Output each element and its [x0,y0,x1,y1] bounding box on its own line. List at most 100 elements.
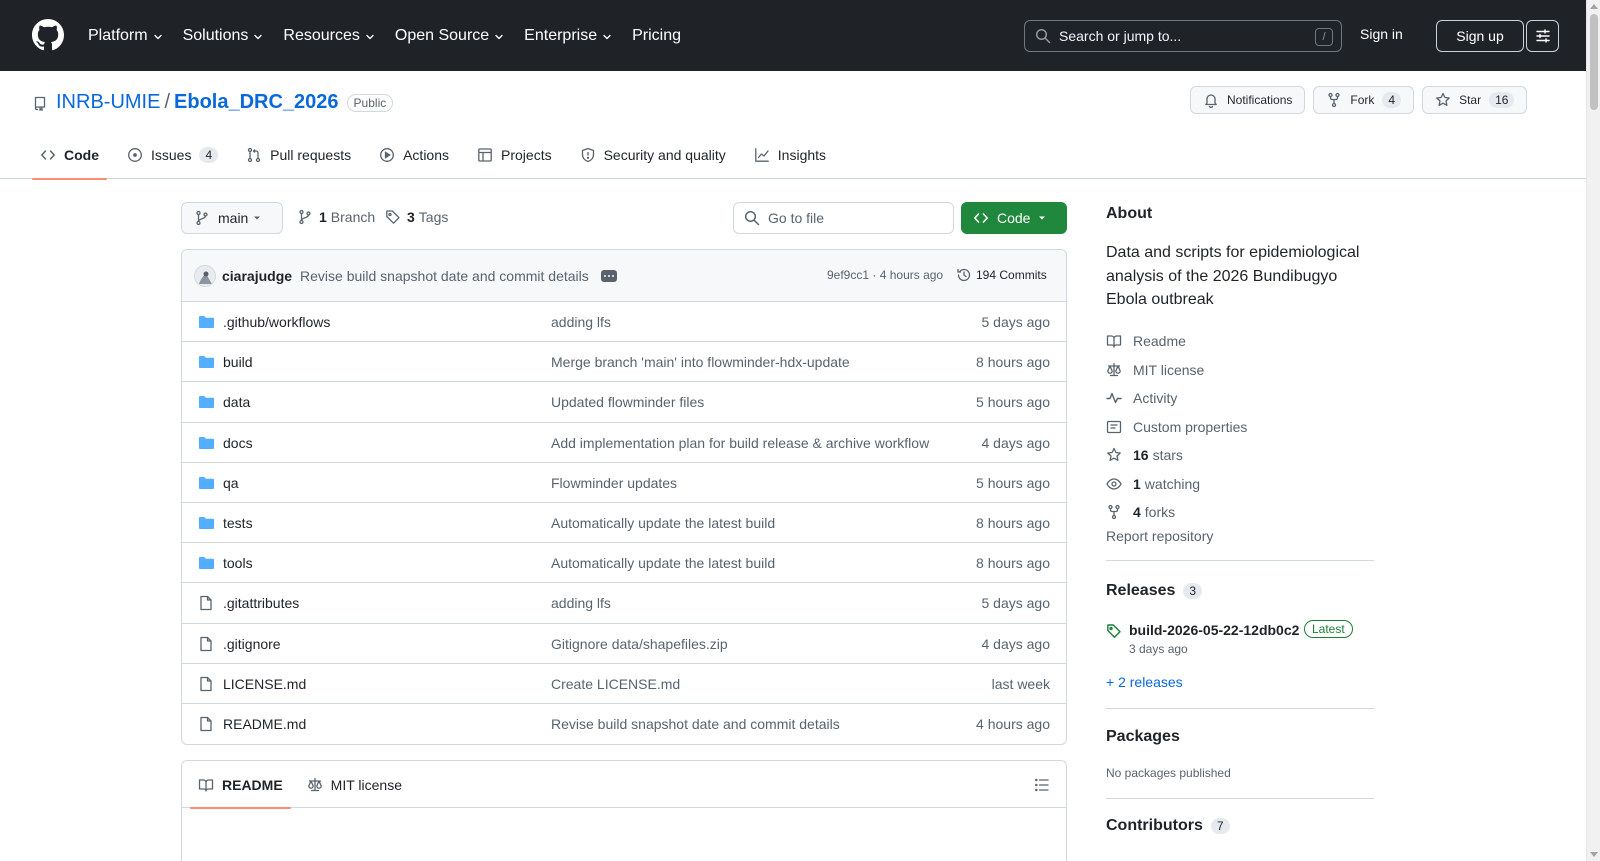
star-button[interactable]: Star 16 [1422,86,1528,114]
fork-button[interactable]: Fork 4 [1313,86,1415,114]
menu-button[interactable] [1526,20,1559,52]
nav-item-pricing[interactable]: Pricing [632,27,681,45]
scrollbar-thumb[interactable] [1590,14,1598,110]
sidebar-link-mit-license[interactable]: MIT license [1106,356,1247,385]
tab-readme[interactable]: README [190,761,291,809]
sidebar-divider [1106,560,1374,561]
tag-icon [385,209,401,225]
commit-meta-separator: · [872,268,877,282]
file-name-link[interactable]: LICENSE.md [223,676,306,692]
sidebar-link-watching[interactable]: 1 watching [1106,470,1247,499]
nav-item-open-source[interactable]: Open Source [395,27,504,45]
tab-insights[interactable]: Insights [746,131,834,179]
file-name-link[interactable]: .github/workflows [223,314,330,330]
file-date: 5 hours ago [976,394,1050,411]
notifications-button[interactable]: Notifications [1190,86,1306,114]
caret-down-icon [1037,213,1055,223]
contributors-heading[interactable]: Contributors 7 [1106,817,1230,835]
commit-sha-link[interactable]: 9ef9cc1 [827,268,869,282]
file-name-link[interactable]: data [223,394,250,410]
sidebar-link-stars[interactable]: 16 stars [1106,441,1247,470]
report-repository-link[interactable]: Report repository [1106,528,1213,544]
fork-count: 4 [1382,92,1402,108]
commit-author-link[interactable]: ciarajudge [222,268,292,284]
file-name-link[interactable]: tests [223,515,253,531]
list-unordered-icon[interactable] [1034,777,1050,793]
more-releases-link[interactable]: + 2 releases [1106,674,1183,690]
file-commit-link[interactable]: Automatically update the latest build [551,515,775,531]
nav-item-enterprise[interactable]: Enterprise [524,27,612,45]
repo-owner-link[interactable]: INRB-UMIE [56,91,160,114]
commits-history-link[interactable]: 194 Commits [956,267,1047,283]
avatar[interactable] [194,264,216,287]
file-commit-link[interactable]: Add implementation plan for build releas… [551,435,929,451]
file-name-link[interactable]: qa [223,475,239,491]
table-row: data Updated flowminder files 5 hours ago [182,382,1066,423]
chevron-down-icon [602,32,612,42]
file-name-link[interactable]: build [223,354,253,370]
global-search-input[interactable]: Search or jump to... / [1024,20,1342,52]
nav-item-solutions[interactable]: Solutions [183,27,264,45]
current-branch: main [218,210,249,226]
file-commit-link[interactable]: adding lfs [551,595,611,611]
tags-link[interactable]: 3 Tags [385,209,448,225]
branch-select-button[interactable]: main [181,202,283,234]
sign-up-button[interactable]: Sign up [1436,20,1524,52]
tab-license[interactable]: MIT license [299,761,410,808]
search-icon [734,210,768,226]
file-name-link[interactable]: .gitignore [223,636,281,652]
packages-heading[interactable]: Packages [1106,728,1180,746]
releases-heading[interactable]: Releases 3 [1106,582,1203,600]
nav-item-resources[interactable]: Resources [283,27,374,45]
ellipsis-icon[interactable] [600,269,617,282]
file-commit-link[interactable]: Automatically update the latest build [551,555,775,571]
file-name-link[interactable]: tools [223,555,253,571]
git-branch-icon [297,209,313,225]
sidebar-link-label: MIT license [1133,361,1205,378]
star-count: 16 [1489,92,1515,108]
sign-in-link[interactable]: Sign in [1360,26,1403,42]
github-logo-icon[interactable] [32,19,64,51]
table-row: .gitignore Gitignore data/shapefiles.zip 4… [182,624,1066,664]
repo-name-link[interactable]: Ebola_DRC_2026 [174,91,339,114]
tab-issues[interactable]: Issues 4 [119,131,226,179]
page-scrollbar[interactable] [1586,0,1600,861]
folder-icon [198,354,215,370]
tab-readme-label: README [222,776,283,793]
sidebar-link-readme[interactable]: Readme [1106,327,1247,356]
file-commit-link[interactable]: Gitignore data/shapefiles.zip [551,636,728,652]
tab-actions[interactable]: Actions [371,131,457,179]
file-commit-link[interactable]: adding lfs [551,314,611,330]
contributors-count: 7 [1210,818,1230,834]
file-commit-link[interactable]: Updated flowminder files [551,394,704,410]
file-name-link[interactable]: README.md [223,716,306,732]
release-name-link[interactable]: build-2026-05-22-12db0c2 [1129,622,1299,638]
code-button-label: Code [997,210,1031,226]
commit-message-link[interactable]: Revise build snapshot date and commit de… [300,268,589,284]
file-commit-link[interactable]: Revise build snapshot date and commit de… [551,716,840,732]
tab-security-and-quality[interactable]: Security and quality [572,131,734,179]
nav-item-platform[interactable]: Platform [88,27,163,45]
tab-projects[interactable]: Projects [469,131,560,179]
about-links: Readme MIT license Activity Custom properti… [1106,327,1247,527]
graph-icon [754,147,778,163]
repo-tabs: Code Issues 4 Pull requests Actions Projects S… [32,131,846,180]
sidebar-link-activity[interactable]: Activity [1106,384,1247,413]
sidebar-link-label: Readme [1133,333,1186,350]
go-to-file-input[interactable]: Go to file [733,202,954,234]
issue-opened-icon [127,147,151,163]
file-name-link[interactable]: docs [223,435,253,451]
file-commit-link[interactable]: Merge branch 'main' into flowminder-hdx-… [551,354,850,370]
code-dropdown-button[interactable]: Code [961,202,1067,234]
scroll-down-arrow[interactable] [1590,852,1598,857]
branches-link[interactable]: 1 Branch [297,209,375,225]
file-name-link[interactable]: .gitattributes [223,595,299,611]
tab-pull-requests[interactable]: Pull requests [238,131,359,179]
file-commit-link[interactable]: Create LICENSE.md [551,676,680,692]
readme-panel: README MIT license [181,760,1067,861]
file-commit-link[interactable]: Flowminder updates [551,475,677,491]
scroll-up-arrow[interactable] [1590,4,1598,9]
tab-code[interactable]: Code [32,131,107,180]
sidebar-link-forks[interactable]: 4 forks [1106,498,1247,527]
sidebar-link-custom-properties[interactable]: Custom properties [1106,413,1247,442]
